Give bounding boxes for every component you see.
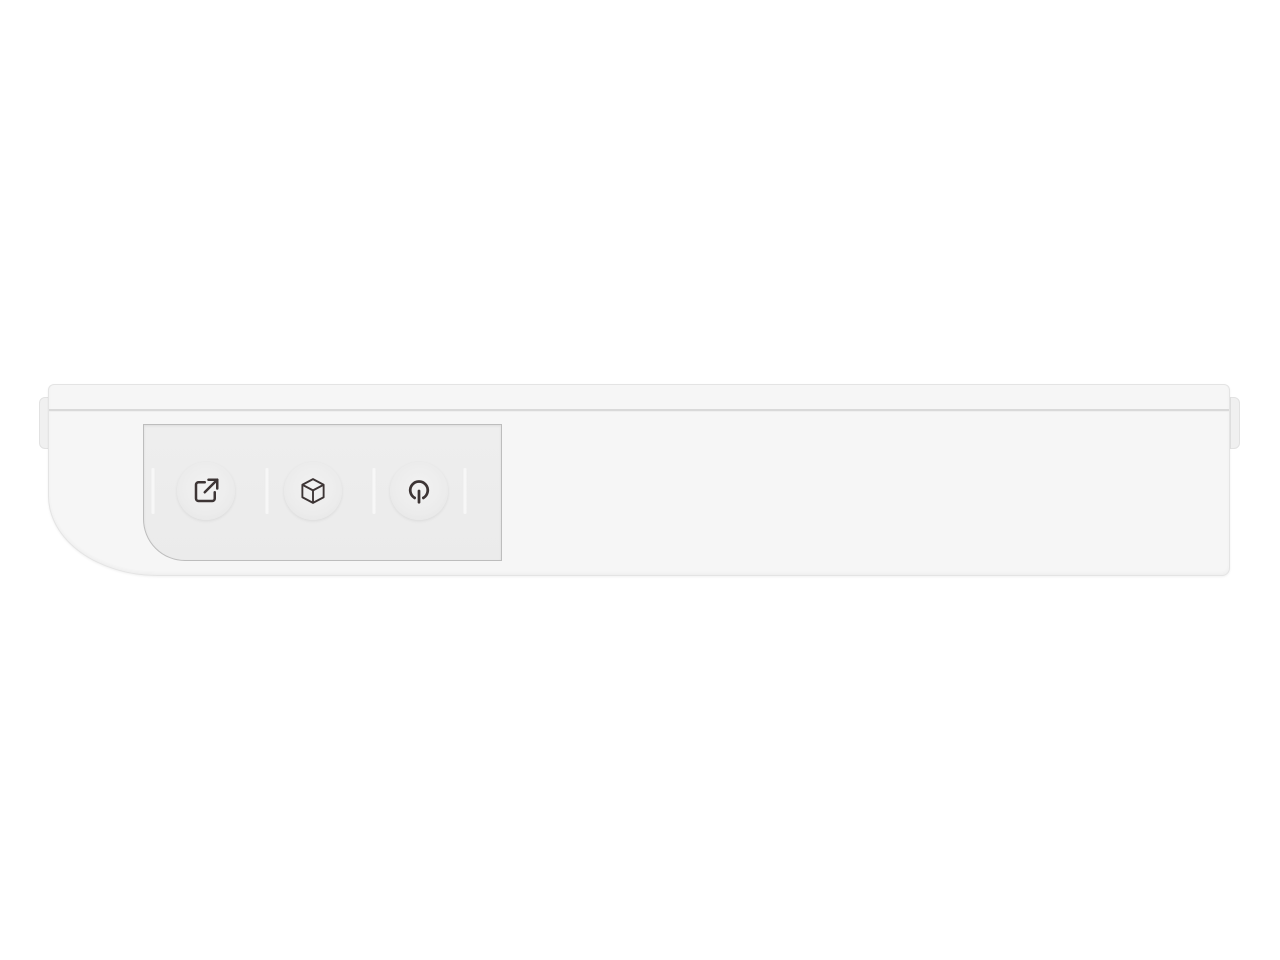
panel-divider [371,468,377,514]
top-ridge [49,409,1229,412]
cube-icon [298,476,328,506]
panel-divider [150,468,156,514]
external-link-icon [191,476,221,506]
panel-divider [264,468,270,514]
power-icon [404,476,434,506]
panel-divider [462,468,468,514]
right-side-tab [1230,397,1240,449]
stage [0,0,1280,960]
open-external-button[interactable] [177,462,235,520]
power-button[interactable] [390,462,448,520]
box-button[interactable] [284,462,342,520]
